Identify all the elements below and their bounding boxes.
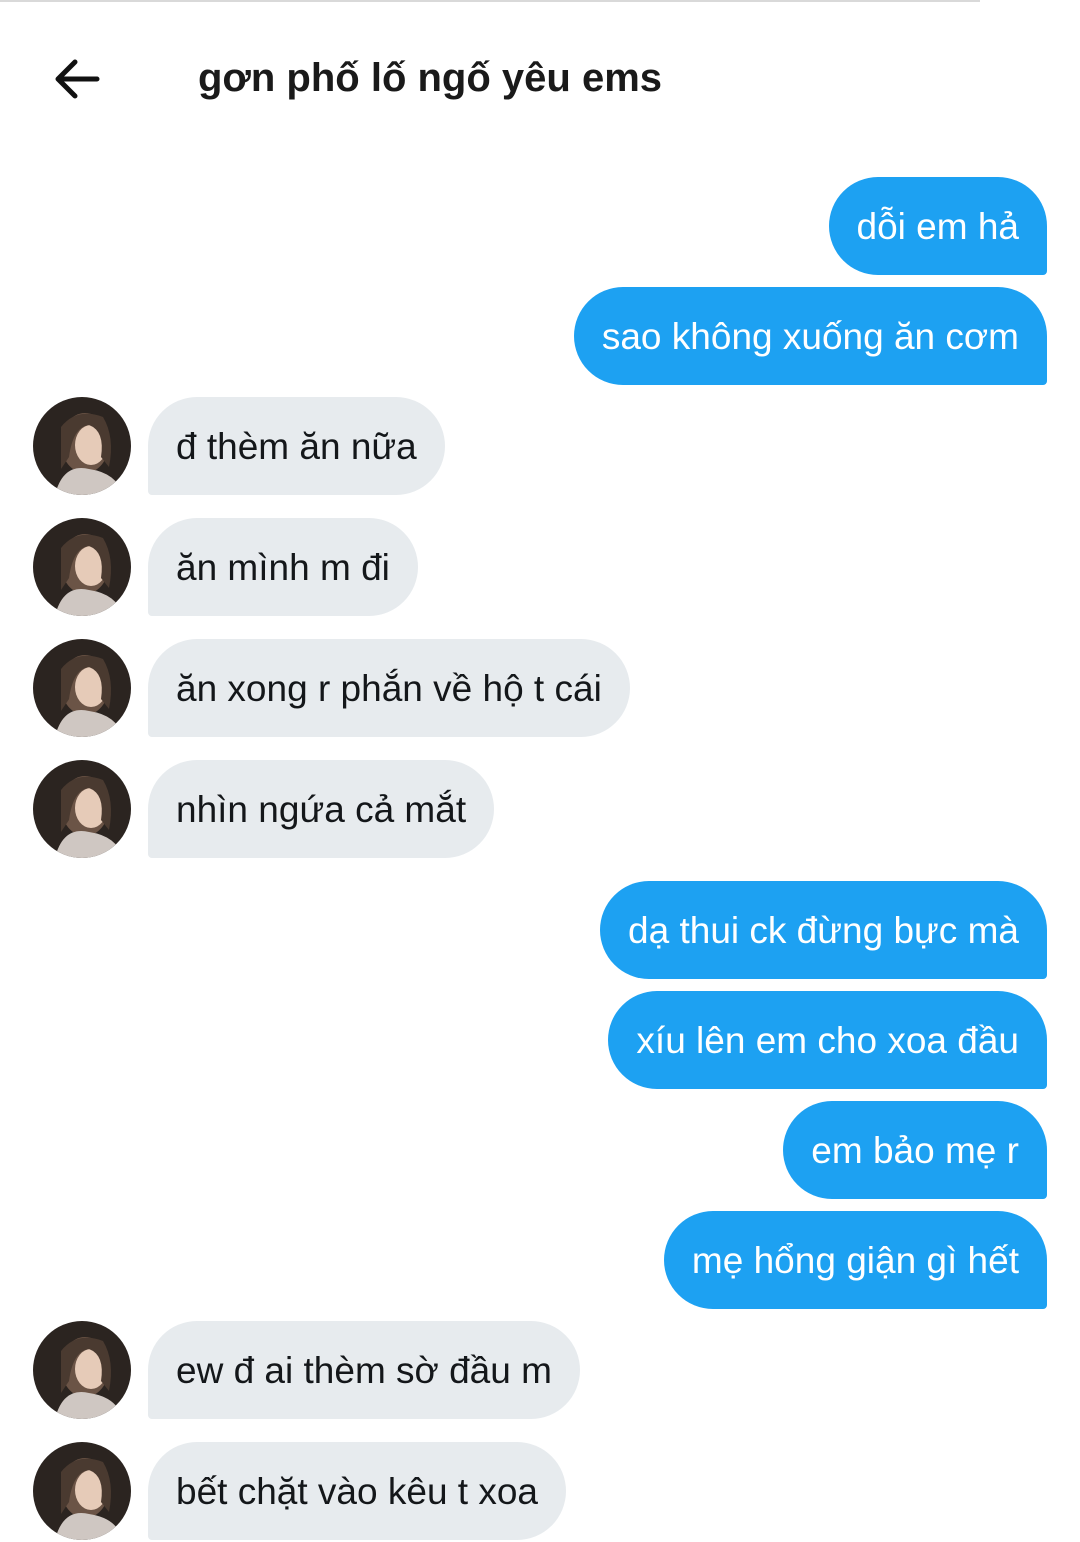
message-text: em bảo mẹ r: [811, 1129, 1019, 1171]
message-row: bết chặt vào kêu t xoa: [0, 1442, 1080, 1540]
received-message-bubble[interactable]: ew đ ai thèm sờ đầu m: [148, 1321, 580, 1419]
avatar-photo-icon: [33, 760, 131, 858]
avatar-photo-icon: [33, 1321, 131, 1419]
message-text: mẹ hổng giận gì hết: [691, 1239, 1019, 1281]
message-row: sao không xuống ăn cơm: [0, 287, 1080, 385]
message-text: bết chặt vào kêu t xoa: [176, 1470, 539, 1512]
avatar-photo-icon: [33, 1442, 131, 1540]
avatar[interactable]: [33, 639, 131, 737]
sent-message-bubble[interactable]: dạ thui ck đừng bực mà: [600, 881, 1047, 979]
message-text: dạ thui ck đừng bực mà: [628, 909, 1019, 951]
message-text: ăn xong r phắn về hộ t cái: [176, 667, 602, 709]
avatar-photo-icon: [33, 639, 131, 737]
message-row: xíu lên em cho xoa đầu: [0, 991, 1080, 1089]
avatar-photo-icon: [33, 518, 131, 616]
received-message-bubble[interactable]: ăn xong r phắn về hộ t cái: [148, 639, 630, 737]
message-text: đ thèm ăn nữa: [176, 425, 417, 467]
sent-message-bubble[interactable]: xíu lên em cho xoa đầu: [608, 991, 1047, 1089]
received-message-bubble[interactable]: nhìn ngứa cả mắt: [148, 760, 495, 858]
message-row: ăn xong r phắn về hộ t cái: [0, 639, 1080, 737]
avatar-photo-icon: [33, 397, 131, 495]
message-text: ew đ ai thèm sờ đầu m: [176, 1349, 552, 1391]
message-row: nhìn ngứa cả mắt: [0, 760, 1080, 858]
message-text: sao không xuống ăn cơm: [601, 315, 1019, 357]
message-row: dỗi em hả: [0, 177, 1080, 275]
avatar[interactable]: [33, 397, 131, 495]
received-message-bubble[interactable]: đ thèm ăn nữa: [148, 397, 445, 495]
message-row: em bảo mẹ r: [0, 1101, 1080, 1199]
avatar[interactable]: [33, 1321, 131, 1419]
message-text: nhìn ngứa cả mắt: [176, 788, 467, 830]
message-row: dạ thui ck đừng bực mà: [0, 881, 1080, 979]
avatar[interactable]: [33, 760, 131, 858]
message-text: xíu lên em cho xoa đầu: [636, 1019, 1019, 1061]
sent-message-bubble[interactable]: mẹ hổng giận gì hết: [663, 1211, 1047, 1309]
received-message-bubble[interactable]: ăn mình m đi: [148, 518, 418, 616]
received-message-bubble[interactable]: bết chặt vào kêu t xoa: [148, 1442, 567, 1540]
sent-message-bubble[interactable]: em bảo mẹ r: [783, 1101, 1047, 1199]
message-text: ăn mình m đi: [176, 546, 390, 588]
sent-message-bubble[interactable]: sao không xuống ăn cơm: [573, 287, 1047, 385]
avatar[interactable]: [33, 1442, 131, 1540]
message-text: dỗi em hả: [856, 205, 1020, 247]
avatar[interactable]: [33, 518, 131, 616]
message-row: đ thèm ăn nữa: [0, 397, 1080, 495]
message-row: ăn mình m đi: [0, 518, 1080, 616]
message-thread: dỗi em hả sao không xuống ăn cơm đ thèm …: [0, 0, 1080, 1542]
message-row: mẹ hổng giận gì hết: [0, 1211, 1080, 1309]
message-row: ew đ ai thèm sờ đầu m: [0, 1321, 1080, 1419]
sent-message-bubble[interactable]: dỗi em hả: [828, 177, 1047, 275]
